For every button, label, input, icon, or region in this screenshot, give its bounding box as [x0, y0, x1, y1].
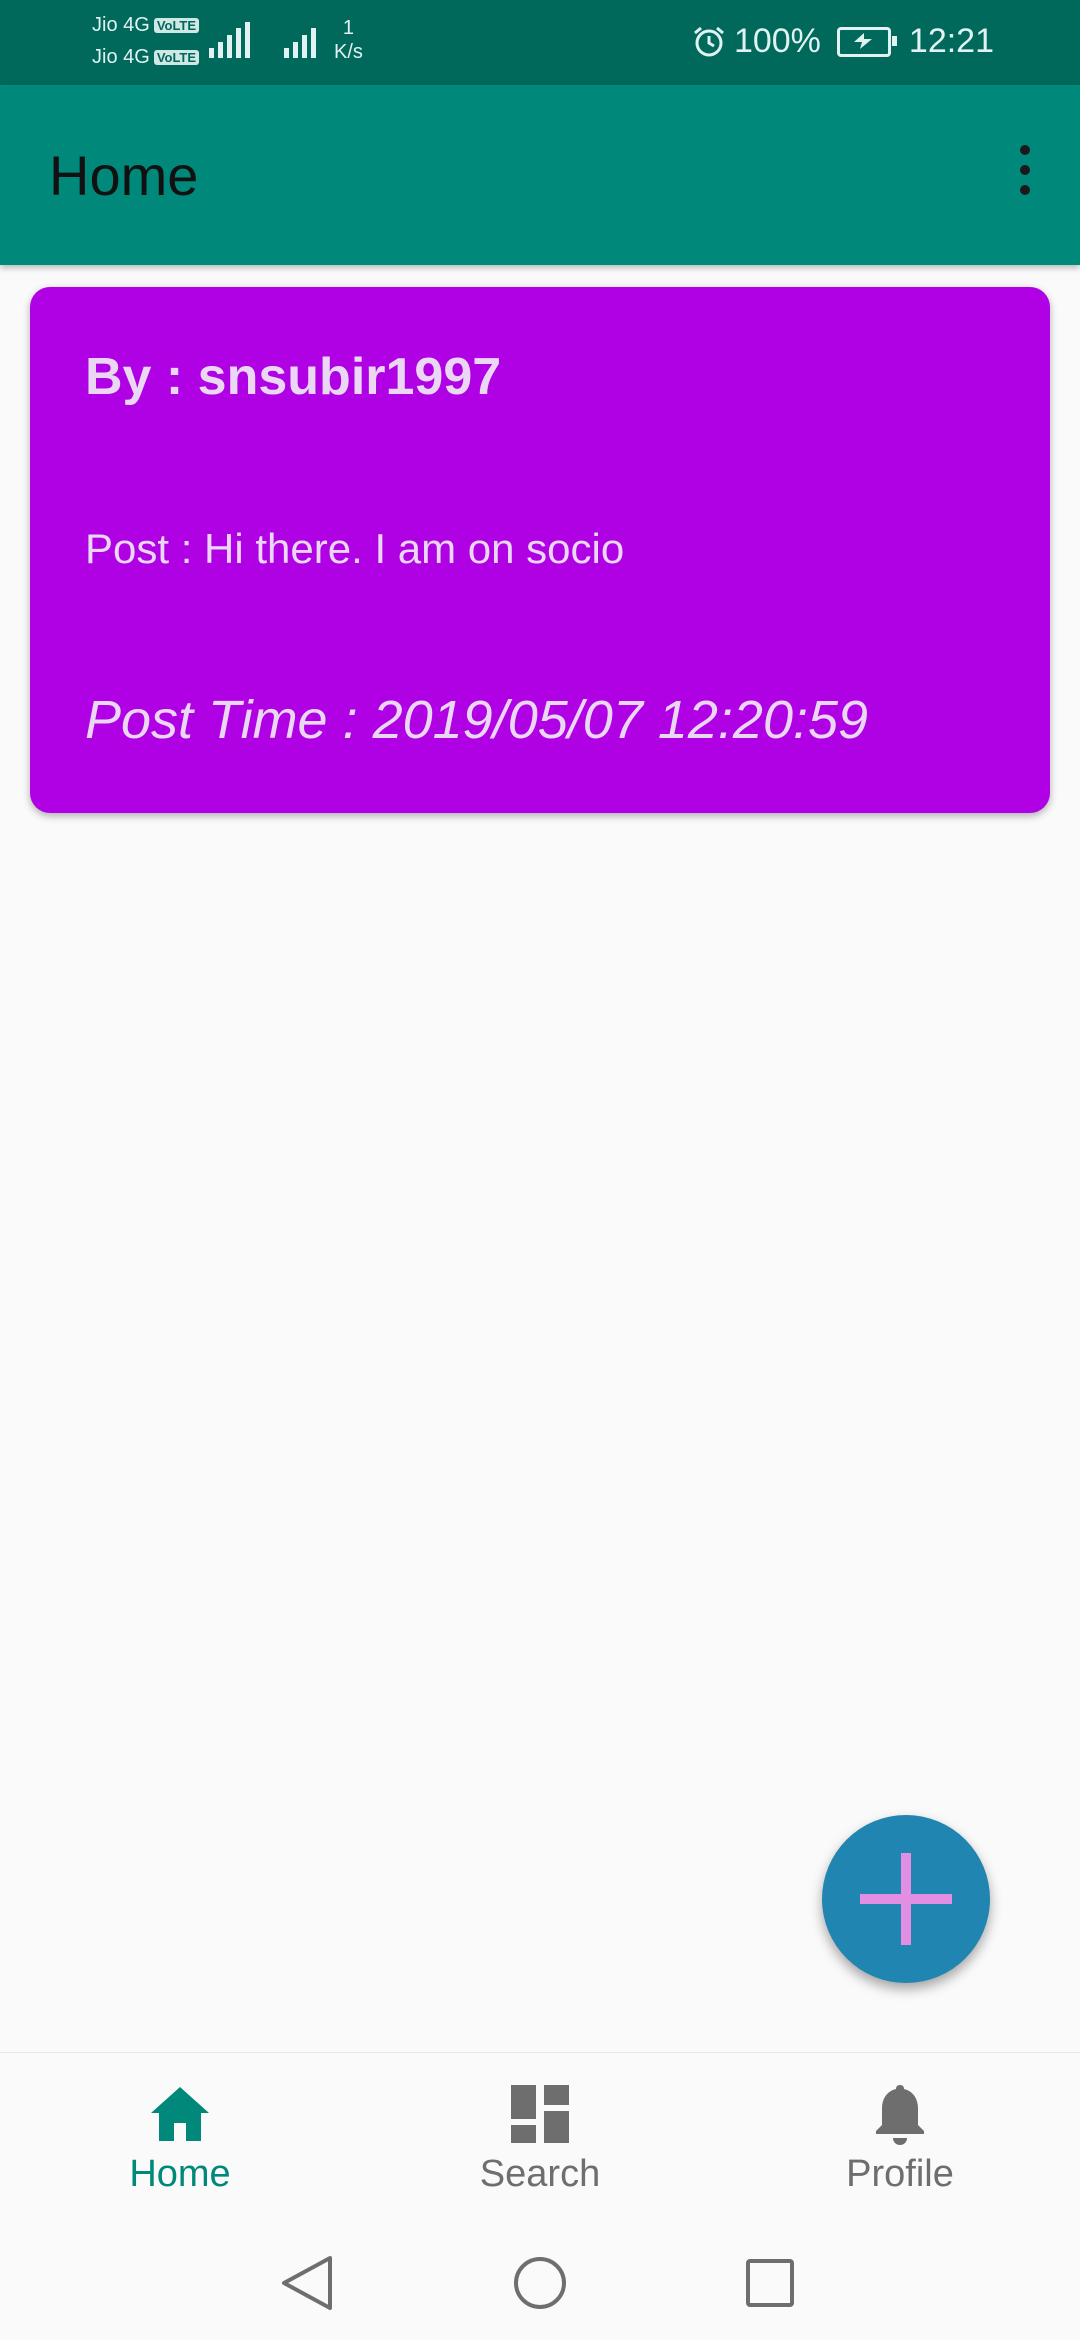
post-card[interactable]: By : snsubir1997 Post : Hi there. I am o…	[30, 287, 1050, 813]
network-speed: 1 K/s	[334, 16, 363, 64]
charging-icon	[853, 32, 872, 49]
back-icon[interactable]	[272, 2248, 342, 2318]
overflow-dot	[1020, 185, 1030, 195]
app-bar: Home	[0, 85, 1080, 265]
status-time: 12:21	[908, 22, 994, 60]
status-right: 100% 12:21	[692, 22, 994, 61]
dashboard-icon	[511, 2085, 569, 2143]
overflow-dot	[1020, 145, 1030, 155]
volte-badge: VoLTE	[153, 18, 200, 34]
bottom-nav: Home Search Profile	[0, 2052, 1080, 2225]
post-author: By : snsubir1997	[85, 348, 502, 406]
page-title: Home	[49, 144, 199, 207]
carrier-1-label: Jio 4G	[92, 14, 150, 36]
signal-icon	[209, 22, 250, 58]
carrier-1: Jio 4G VoLTE	[92, 14, 200, 37]
recents-icon[interactable]	[735, 2248, 805, 2318]
alarm-icon	[693, 26, 724, 56]
nav-item-search[interactable]: Search	[390, 2053, 690, 2225]
add-post-button[interactable]	[822, 1815, 990, 1983]
nav-item-home[interactable]: Home	[30, 2053, 330, 2225]
battery-icon	[836, 26, 897, 57]
system-nav-bar	[0, 2224, 1080, 2340]
nav-label-profile: Profile	[846, 2153, 954, 2195]
overflow-dot	[1020, 165, 1030, 175]
network-speed-value: 1	[342, 17, 355, 39]
post-text: Post : Hi there. I am on socio	[85, 525, 625, 572]
battery-percent: 100%	[733, 22, 821, 60]
network-speed-unit: K/s	[334, 41, 363, 63]
bell-icon	[876, 2085, 924, 2145]
status-bar: Jio 4G VoLTE Jio 4G VoLTE 1 K/s 100% 12:21	[0, 0, 1080, 85]
signal-icon-2	[284, 28, 316, 58]
add-icon	[860, 1853, 952, 1945]
nav-label-search: Search	[479, 2153, 601, 2195]
carrier-2-label: Jio 4G	[92, 46, 150, 68]
more-vert-icon[interactable]	[1010, 140, 1040, 200]
home-circle-icon[interactable]	[505, 2248, 575, 2318]
volte-badge-2: VoLTE	[153, 50, 200, 66]
post-time: Post Time : 2019/05/07 12:20:59	[85, 690, 869, 750]
carrier-2: Jio 4G VoLTE	[92, 46, 200, 69]
nav-label-home: Home	[129, 2153, 231, 2195]
home-icon	[151, 2087, 209, 2141]
nav-item-profile[interactable]: Profile	[750, 2053, 1050, 2225]
